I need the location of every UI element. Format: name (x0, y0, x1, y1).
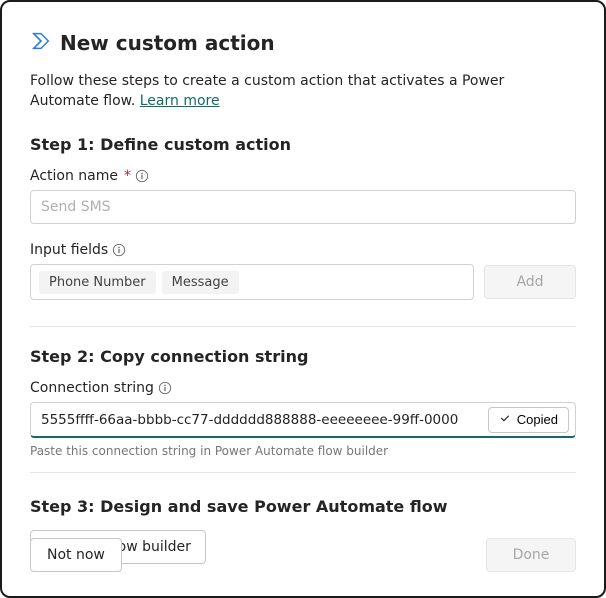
action-name-label: Action name (30, 168, 118, 184)
input-fields-chipbox[interactable]: Phone Number Message (30, 264, 474, 300)
copy-connection-string-button[interactable]: Copied (488, 407, 569, 433)
required-indicator: * (124, 168, 131, 184)
divider (30, 472, 576, 473)
info-icon[interactable] (158, 381, 172, 395)
step-3-title: Step 3: Design and save Power Automate f… (30, 497, 576, 516)
input-fields-block: Input fields Phone Number Message Add (30, 242, 576, 300)
divider (30, 326, 576, 327)
chip-message[interactable]: Message (162, 271, 239, 294)
new-custom-action-modal: New custom action Follow these steps to … (0, 0, 606, 598)
connection-string-label: Connection string (30, 380, 154, 396)
info-icon[interactable] (112, 243, 126, 257)
input-fields-label: Input fields (30, 242, 108, 258)
modal-footer: Not now Done (30, 538, 576, 572)
connection-string-hint: Paste this connection string in Power Au… (30, 444, 576, 458)
connection-string-value[interactable]: 5555ffff-66aa-bbbb-cc77-dddddd888888-eee… (41, 412, 488, 428)
checkmark-icon (499, 412, 511, 427)
info-icon[interactable] (135, 169, 149, 183)
action-name-input[interactable] (30, 190, 576, 224)
modal-header: New custom action (30, 30, 576, 56)
learn-more-link[interactable]: Learn more (140, 93, 220, 109)
step-2-section: Step 2: Copy connection string Connectio… (30, 347, 576, 464)
step-1-section: Step 1: Define custom action Action name… (30, 135, 576, 318)
modal-title: New custom action (60, 31, 275, 55)
not-now-button[interactable]: Not now (30, 538, 122, 572)
connection-string-box: 5555ffff-66aa-bbbb-cc77-dddddd888888-eee… (30, 402, 576, 438)
copied-label: Copied (517, 412, 558, 427)
add-input-field-button: Add (484, 265, 576, 299)
done-button: Done (486, 538, 576, 572)
instruction-text: Follow these steps to create a custom ac… (30, 72, 576, 111)
step-1-title: Step 1: Define custom action (30, 135, 576, 154)
step-2-title: Step 2: Copy connection string (30, 347, 576, 366)
action-name-field: Action name * (30, 168, 576, 224)
custom-action-icon (30, 30, 52, 56)
chip-phone-number[interactable]: Phone Number (39, 271, 156, 294)
